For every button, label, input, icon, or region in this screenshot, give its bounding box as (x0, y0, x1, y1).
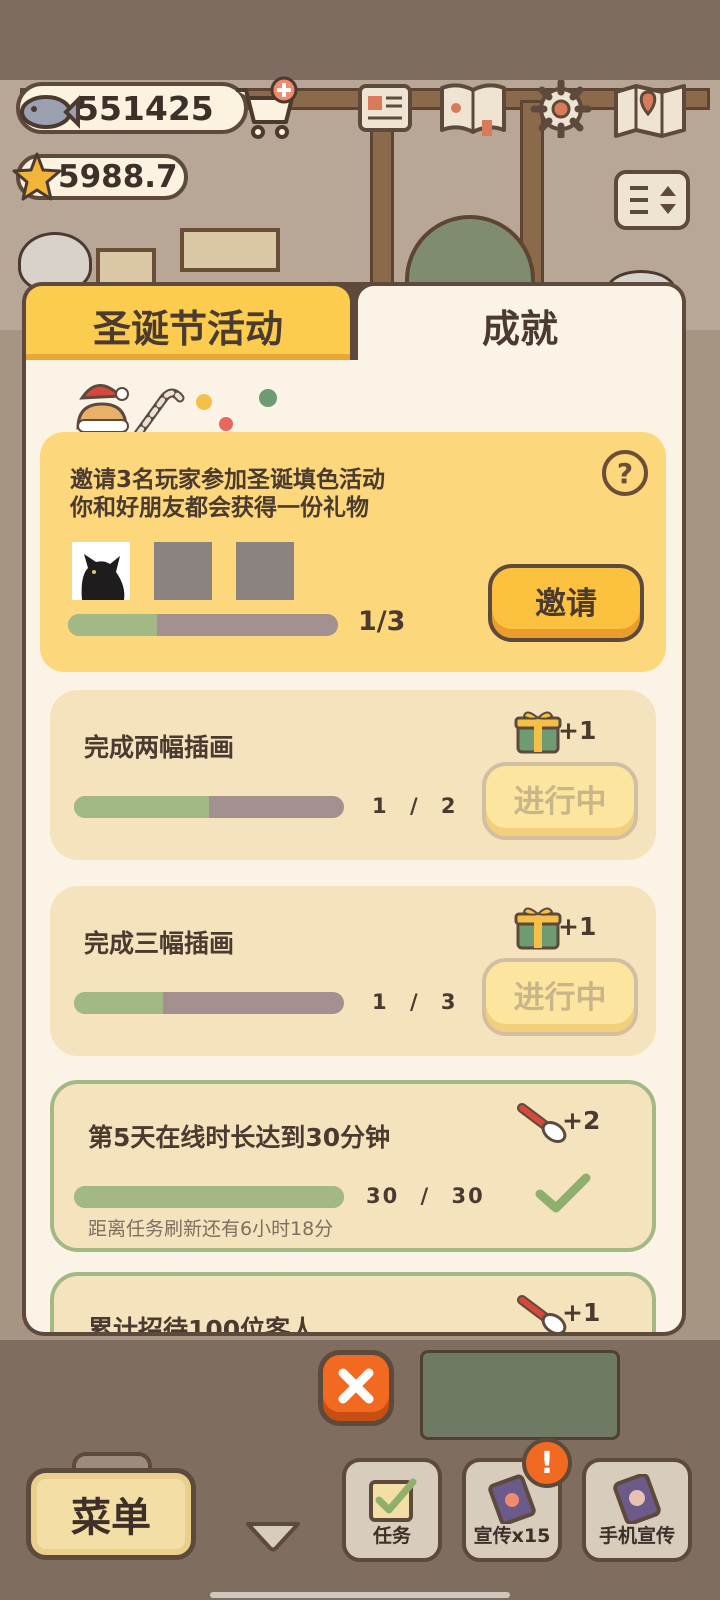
task-progress-text: 1 / 3 (372, 990, 458, 1014)
invite-description: 邀请3名玩家参加圣诞填色活动 你和好朋友都会获得一份礼物 (70, 466, 510, 522)
chevron-down-icon[interactable] (244, 1518, 302, 1552)
promotion-label: 宣传x15 (473, 1525, 551, 1547)
task-progress-separator: / (409, 990, 420, 1014)
task-progress-total: 2 (440, 794, 458, 818)
invite-text-line1: 邀请3名玩家参加圣诞填色活动 (70, 467, 386, 493)
invite-progress-bar (68, 614, 338, 636)
task-progress-bar (74, 992, 344, 1014)
invite-progress-text: 1/3 (358, 606, 406, 637)
reward-amount: +1 (562, 1298, 601, 1327)
close-button[interactable] (318, 1350, 394, 1426)
task-progress-separator: / (409, 794, 420, 818)
task-card: 完成两幅插画 1 / 2 +1 进行中 (50, 690, 656, 860)
fish-count: 551425 (76, 88, 214, 128)
reward-amount: +1 (558, 912, 597, 941)
task-progress-total: 30 (451, 1184, 485, 1208)
refresh-countdown: 距离任务刷新还有6小时18分 (88, 1218, 334, 1240)
empty-friend-slot (154, 542, 212, 600)
fish-currency-pill: 551425 (16, 82, 248, 134)
star-count: 5988.7 (58, 159, 178, 195)
sort-icon (630, 186, 676, 214)
invite-button[interactable]: 邀请 (488, 564, 644, 642)
tasks-button[interactable]: 任务 (342, 1458, 442, 1562)
task-progress-current: 30 (366, 1184, 400, 1208)
in-progress-button[interactable]: 进行中 (482, 762, 638, 840)
task-progress-text: 30 / 30 (366, 1184, 485, 1208)
system-nav-bar (210, 1592, 510, 1598)
phone-flyer-icon (613, 1474, 661, 1524)
top-band (0, 0, 720, 80)
map-icon[interactable] (612, 80, 688, 138)
empty-friend-slot (236, 542, 294, 600)
floor-rug (420, 1350, 620, 1440)
notebook-icon[interactable] (354, 80, 416, 138)
help-button[interactable]: ? (602, 450, 648, 496)
task-title: 完成三幅插画 (84, 929, 235, 958)
gear-icon[interactable] (530, 80, 592, 138)
star-currency-pill: 5988.7 (12, 152, 188, 201)
fish-icon (20, 95, 80, 129)
phone-promotion-label: 手机宣传 (598, 1525, 675, 1547)
star-icon (12, 152, 62, 201)
tasks-label: 任务 (372, 1525, 411, 1547)
alert-badge: ! (522, 1438, 572, 1488)
event-panel: 圣诞节活动 成就 邀请3名玩家参加圣诞填色活动 你和好朋友都会获得一份礼物 ? (22, 282, 686, 1336)
task-progress-fill (74, 796, 209, 818)
tab-christmas-event[interactable]: 圣诞节活动 (22, 282, 354, 364)
task-card: 累计招待100位客人 +1 (50, 1272, 656, 1332)
task-progress-text: 1 / 2 (372, 794, 458, 818)
reward-amount: +2 (562, 1106, 601, 1135)
invite-text-line2: 你和好朋友都会获得一份礼物 (70, 495, 369, 521)
in-progress-button[interactable]: 进行中 (482, 958, 638, 1036)
task-checklist-icon (369, 1478, 417, 1522)
task-progress-current: 1 (372, 990, 389, 1014)
menu-button[interactable]: 菜单 (26, 1468, 196, 1560)
task-title: 累计招待100位客人 (88, 1315, 316, 1332)
reward-amount: +1 (558, 716, 597, 745)
black-cat-avatar (72, 542, 130, 600)
panel-content: 邀请3名玩家参加圣诞填色活动 你和好朋友都会获得一份礼物 ? 1/3 邀请 完成… (26, 360, 682, 1332)
task-progress-total: 3 (440, 990, 458, 1014)
close-icon (338, 1368, 374, 1404)
fish-bone-frame (180, 228, 280, 272)
task-progress-separator: / (420, 1184, 431, 1208)
task-title: 完成两幅插画 (84, 733, 235, 762)
friend-avatar-slot (72, 542, 130, 600)
task-progress-bar (74, 796, 344, 818)
catalog-book-icon[interactable] (436, 80, 510, 138)
phone-promotion-button[interactable]: 手机宣传 (582, 1458, 692, 1562)
tab-achievements[interactable]: 成就 (354, 282, 686, 364)
task-progress-bar (74, 1186, 344, 1208)
task-progress-fill (74, 992, 164, 1014)
invite-card: 邀请3名玩家参加圣诞填色活动 你和好朋友都会获得一份礼物 ? 1/3 邀请 (40, 432, 666, 672)
task-title: 第5天在线时长达到30分钟 (88, 1123, 391, 1152)
shop-cart-button[interactable] (232, 76, 300, 142)
sort-toggle-button[interactable] (614, 170, 690, 230)
task-card-completed: 第5天在线时长达到30分钟 30 / 30 +2 距离任务刷新还有6小时18分 (50, 1080, 656, 1252)
checkmark-icon (535, 1173, 591, 1213)
task-progress-current: 1 (372, 794, 389, 818)
invite-progress-fill (68, 614, 158, 636)
task-progress-fill (74, 1186, 344, 1208)
task-card: 完成三幅插画 1 / 3 +1 进行中 (50, 886, 656, 1056)
